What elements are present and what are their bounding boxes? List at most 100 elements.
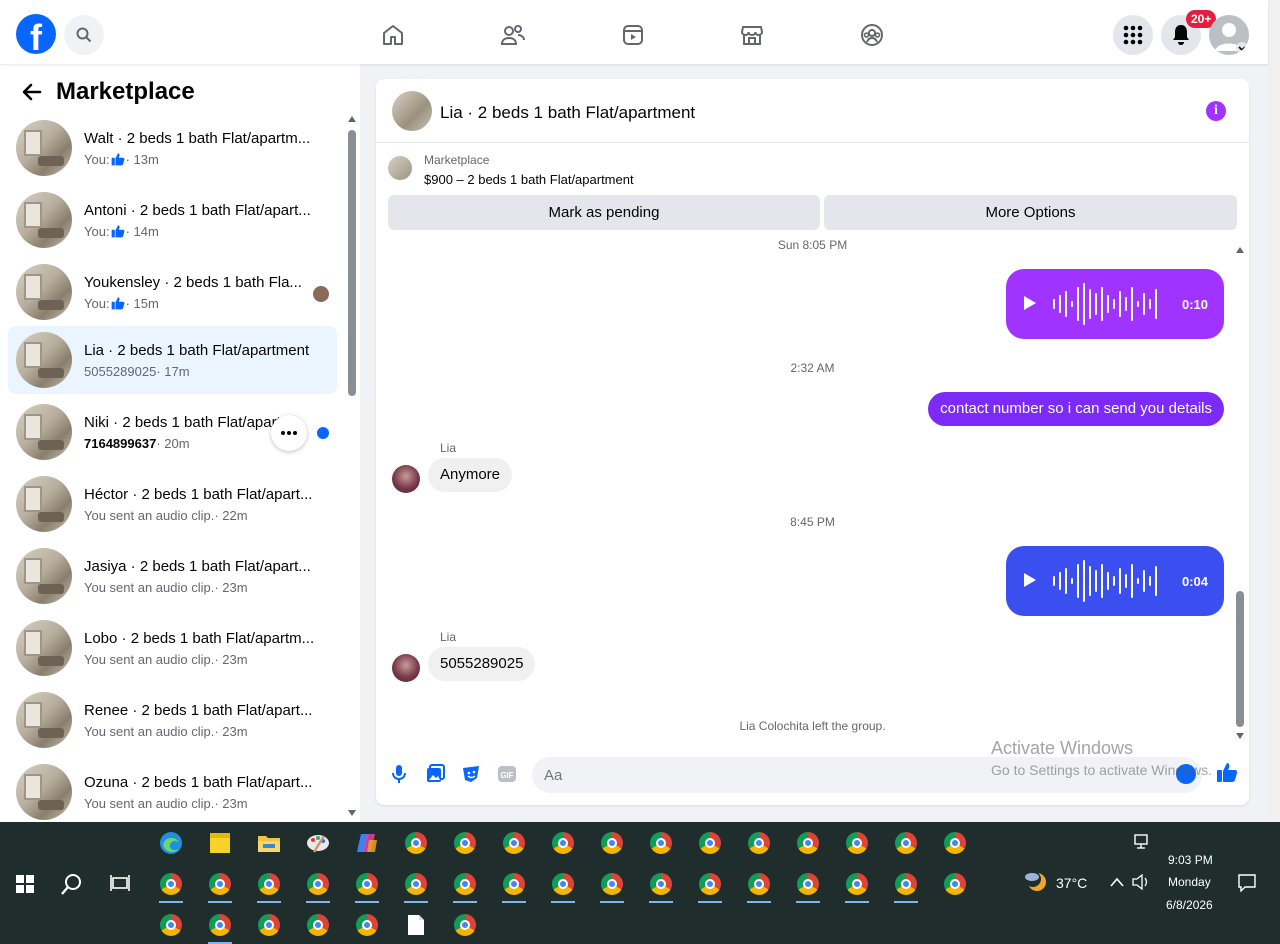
mark-as-pending-button[interactable]: Mark as pending [388,195,820,230]
incoming-message[interactable]: 5055289025 [428,647,536,681]
sender-avatar[interactable] [392,654,420,682]
like-send-button[interactable] [1216,761,1238,783]
chrome-window[interactable] [155,867,187,903]
task-view-icon[interactable] [110,874,130,892]
windows-start-icon[interactable] [16,875,34,893]
chrome-window[interactable] [351,867,383,903]
conversation-item[interactable]: Youkensley · 2 beds 1 bath Fla... You: · 1… [8,258,337,326]
listing-thumbnail[interactable] [388,156,412,180]
chrome-window[interactable] [449,826,481,860]
chrome-window[interactable] [400,867,432,903]
chrome-window[interactable] [302,908,334,942]
chrome-window[interactable] [351,908,383,942]
conversation-item[interactable]: Lia · 2 beds 1 bath Flat/apartment 505528… [8,326,337,394]
chrome-window[interactable] [204,908,236,944]
weather-moon-icon[interactable] [1024,870,1048,894]
chat-scroll-up-arrow[interactable] [1236,247,1244,253]
more-options-button[interactable]: More Options [824,195,1237,230]
chrome-window[interactable] [939,826,971,860]
listing-title[interactable]: $900 – 2 beds 1 bath Flat/apartment [424,172,634,187]
gif-button[interactable]: GIF [496,763,518,785]
chrome-window[interactable] [400,826,432,860]
chrome-window[interactable] [792,826,824,860]
chat-listing-avatar[interactable] [392,91,432,131]
conversation-item[interactable]: Ozuna · 2 beds 1 bath Flat/apart... You s… [8,758,337,822]
home-nav-button[interactable] [380,22,406,48]
chrome-window[interactable] [547,867,579,903]
sticker-button[interactable] [460,763,482,785]
facebook-logo[interactable]: f [16,14,56,54]
chrome-window[interactable] [645,826,677,860]
chrome-window[interactable] [694,826,726,860]
clock-day[interactable]: Monday [1168,875,1211,889]
chrome-window[interactable] [792,867,824,903]
volume-icon[interactable] [1132,874,1150,890]
friends-nav-button[interactable] [500,22,526,48]
network-icon[interactable] [1134,834,1152,850]
audio-message[interactable]: 0:04 [1006,546,1224,616]
chat-scroll-down-arrow[interactable] [1236,733,1244,739]
chrome-window[interactable] [743,826,775,860]
file-explorer-app[interactable] [253,826,285,860]
more-options-button[interactable] [271,415,307,451]
chrome-window[interactable] [694,867,726,903]
clock-time[interactable]: 9:03 PM [1168,853,1213,867]
chrome-window[interactable] [596,867,628,903]
chrome-window[interactable] [547,826,579,860]
chat-title[interactable]: Lia · 2 beds 1 bath Flat/apartment [440,103,695,123]
chrome-window[interactable] [890,867,922,903]
conversation-item[interactable]: Jasiya · 2 beds 1 bath Flat/apart... You … [8,542,337,610]
notification-center-icon[interactable] [1238,874,1256,892]
edge-app[interactable] [155,826,187,860]
chrome-window[interactable] [498,867,530,903]
play-icon[interactable] [1024,296,1036,310]
chrome-window[interactable] [890,826,922,860]
sticky-notes-app[interactable] [204,826,236,860]
page-scrollbar[interactable] [1268,0,1280,822]
conversation-item[interactable]: Lobo · 2 beds 1 bath Flat/apartm... You s… [8,614,337,682]
chrome-window[interactable] [939,867,971,901]
conversation-item[interactable]: Niki · 2 beds 1 bath Flat/apart 716489963… [8,398,337,466]
sidebar-scrollbar[interactable] [348,130,356,396]
back-arrow-icon[interactable] [20,80,44,104]
account-avatar[interactable] [1209,15,1249,55]
conversation-item[interactable]: Héctor · 2 beds 1 bath Flat/apart... You … [8,470,337,538]
conversation-item[interactable]: Antoni · 2 beds 1 bath Flat/apart... You:… [8,186,337,254]
sidebar-scroll-up-arrow[interactable] [348,116,356,122]
sender-avatar[interactable] [392,465,420,493]
attach-media-button[interactable] [424,763,446,785]
conversation-item[interactable]: Renee · 2 beds 1 bath Flat/apart... You s… [8,686,337,754]
play-icon[interactable] [1024,573,1036,587]
chrome-window[interactable] [302,867,334,903]
chevron-up-icon[interactable] [1110,877,1124,887]
conversation-item[interactable]: Walt · 2 beds 1 bath Flat/apartm... You: ·… [8,114,337,182]
chrome-window[interactable] [449,867,481,903]
chrome-window[interactable] [743,867,775,903]
copilot-app[interactable] [351,826,383,860]
chrome-window[interactable] [841,867,873,903]
chrome-window[interactable] [841,826,873,860]
paint-app[interactable] [302,826,334,860]
groups-nav-button[interactable] [859,22,885,48]
notepad-app[interactable] [400,908,432,942]
temperature[interactable]: 37°C [1056,875,1087,891]
audio-message[interactable]: 0:10 [1006,269,1224,339]
menu-button[interactable] [1113,15,1153,55]
chrome-window[interactable] [596,826,628,860]
chrome-window[interactable] [498,826,530,860]
chrome-window[interactable] [253,867,285,903]
chat-scrollbar[interactable] [1236,591,1244,727]
clock-date[interactable]: 6/8/2026 [1166,898,1213,912]
voice-clip-button[interactable] [388,763,410,785]
chrome-window[interactable] [204,867,236,903]
video-nav-button[interactable] [620,22,646,48]
taskbar-search-icon[interactable] [60,872,84,896]
outgoing-message[interactable]: contact number so i can send you details [928,392,1224,426]
chrome-window[interactable] [253,908,285,942]
sidebar-scroll-down-arrow[interactable] [348,810,356,816]
incoming-message[interactable]: Anymore [428,458,513,492]
search-button[interactable] [64,15,104,55]
chrome-window[interactable] [155,908,187,942]
chrome-window[interactable] [645,867,677,903]
info-icon[interactable]: i [1206,101,1226,121]
